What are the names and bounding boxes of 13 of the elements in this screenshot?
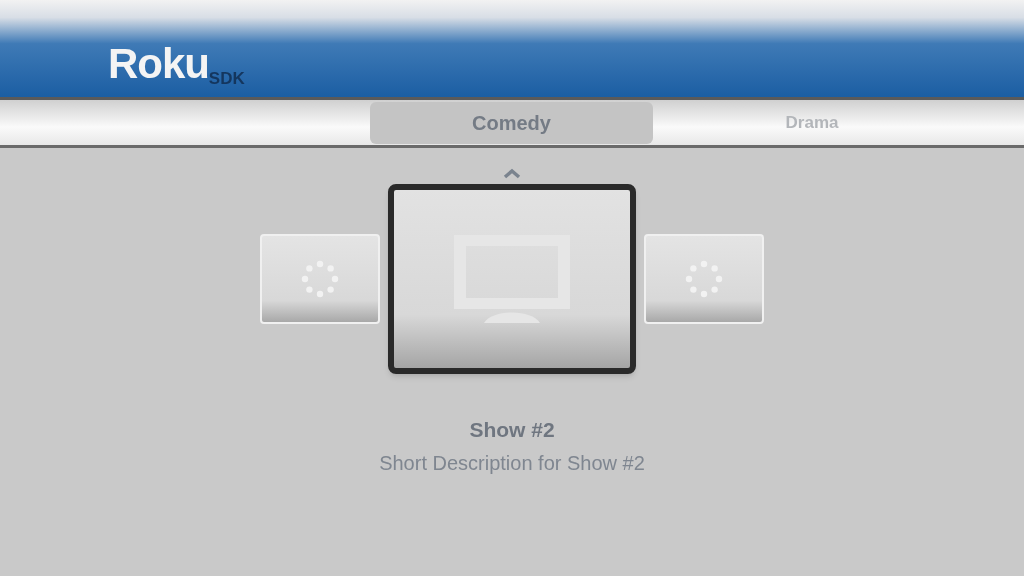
loading-spinner-icon [684, 259, 724, 299]
logo-text: Roku [108, 43, 209, 85]
tv-icon [454, 235, 570, 323]
category-tab[interactable]: Comedy [370, 101, 653, 144]
focused-poster[interactable] [388, 184, 636, 374]
category-tab[interactable]: Drama [653, 101, 971, 144]
show-title: Show #2 [469, 417, 555, 443]
poster-tile[interactable] [260, 234, 380, 324]
poster-tile[interactable] [644, 234, 764, 324]
loading-spinner-icon [300, 259, 340, 299]
up-caret-icon [503, 168, 521, 179]
logo-suffix: SDK [208, 70, 245, 87]
show-description: Short Description for Show #2 [379, 450, 645, 476]
